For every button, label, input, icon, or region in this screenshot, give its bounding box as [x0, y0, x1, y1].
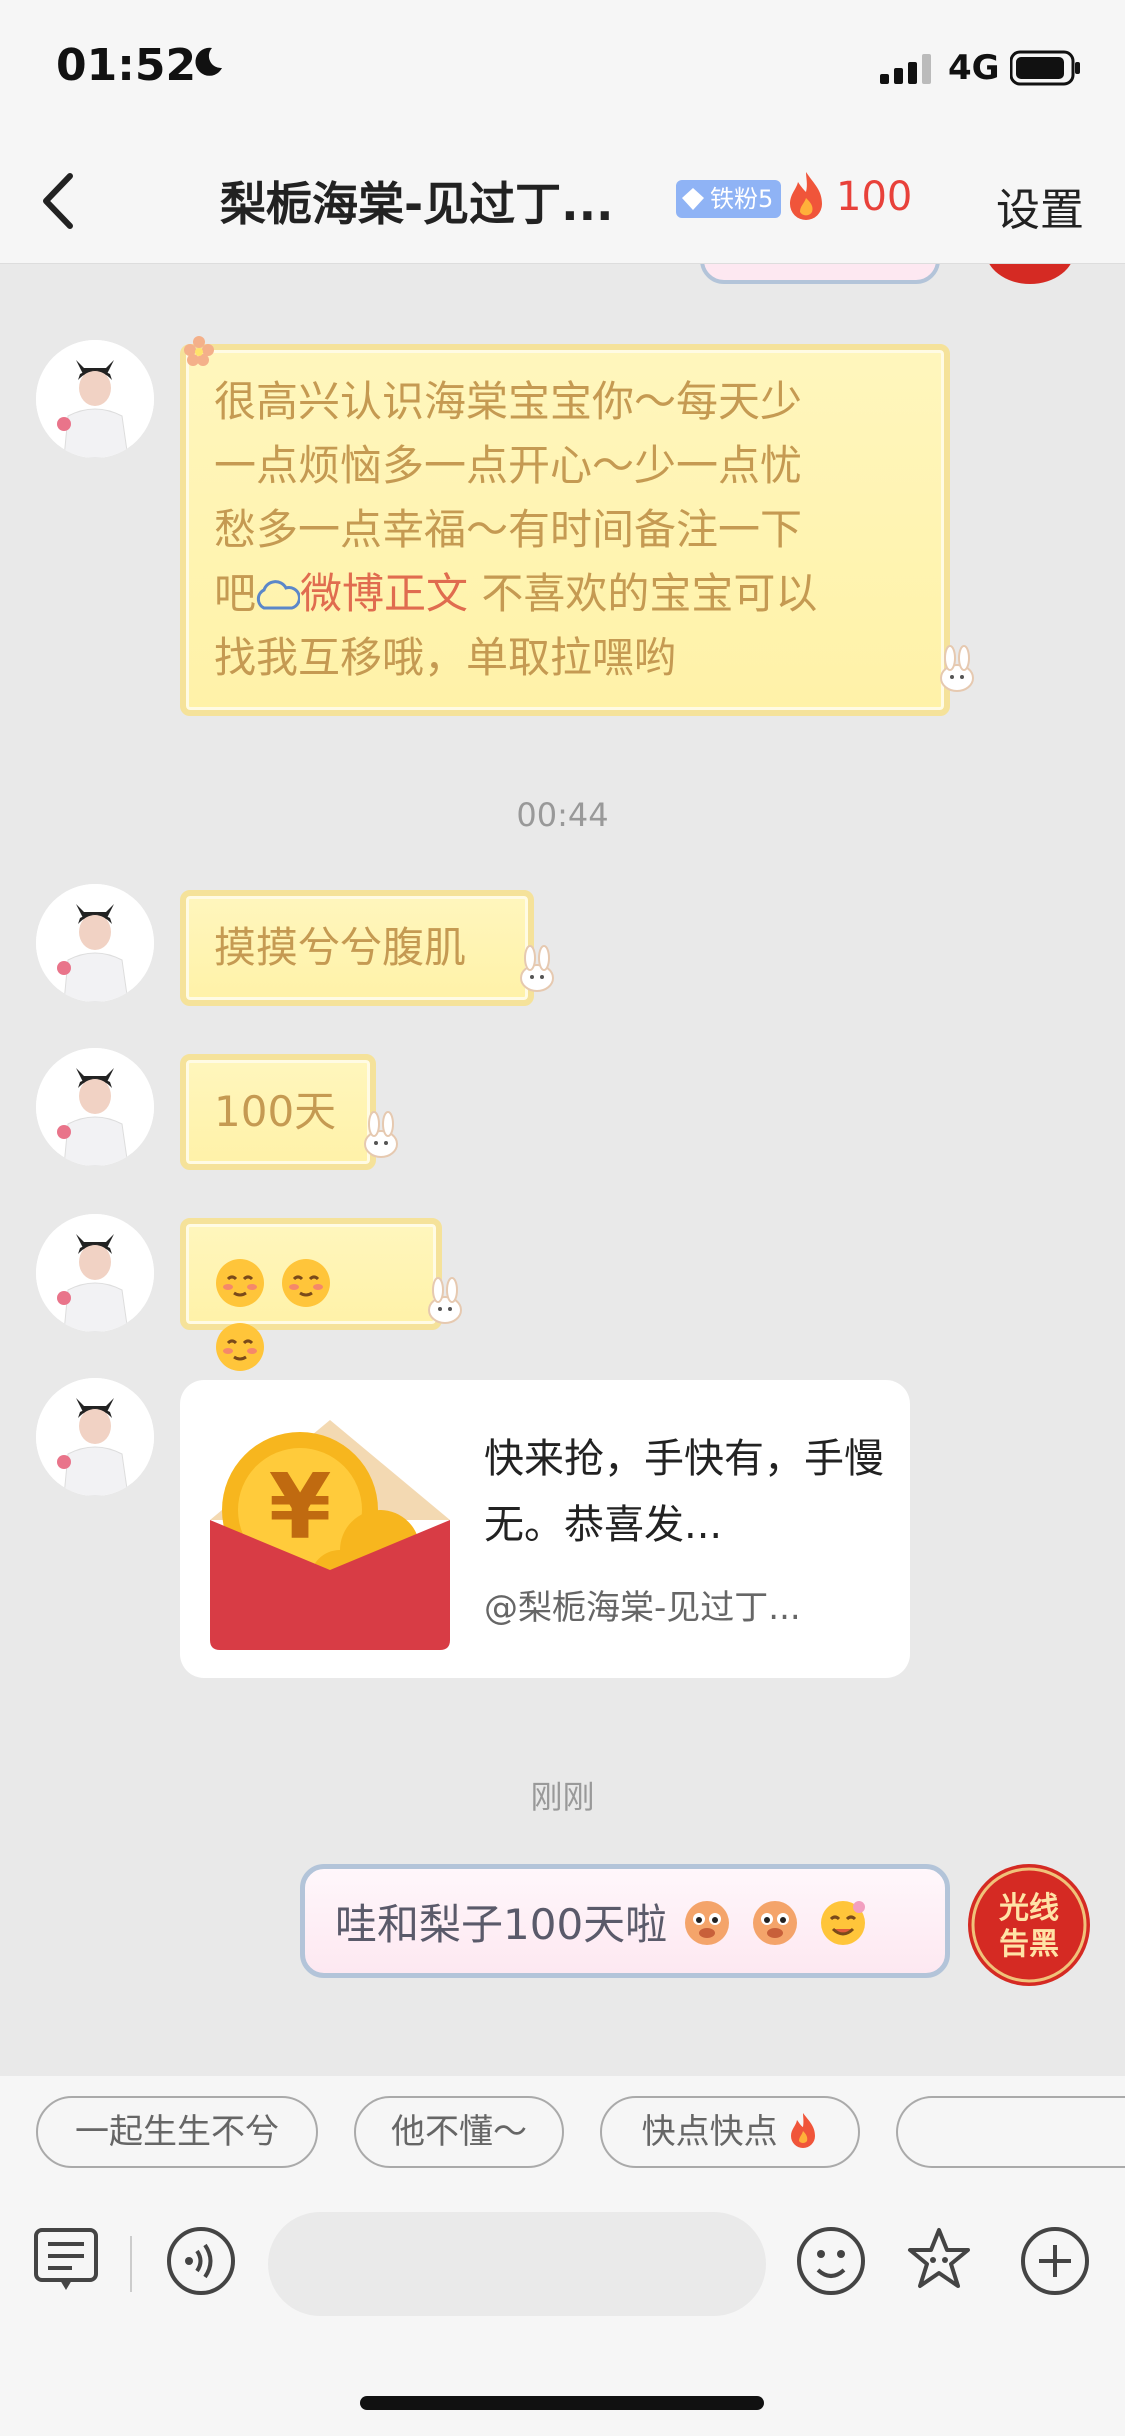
flower-icon[interactable]: [900, 2222, 978, 2300]
message-bubble[interactable]: 很高兴认识海棠宝宝你～每天少 一点烦恼多一点开心～少一点忧 愁多一点幸福～有时间…: [180, 344, 950, 716]
message-bubble[interactable]: [180, 1218, 442, 1371]
bunny-decoration-icon: [520, 945, 554, 992]
message-text: 哇和梨子100天啦: [335, 1899, 668, 1949]
fire-icon: [790, 172, 822, 220]
network-type: 4G: [948, 48, 1000, 88]
status-bar: 01:52 4G: [0, 0, 1125, 140]
status-time: 01:52: [56, 40, 197, 91]
fire-icon: [791, 2113, 816, 2148]
message-line: 很高兴认识海棠宝宝你～每天少: [214, 377, 803, 426]
red-packet-sender: @梨栀海棠-见过丁...: [484, 1588, 801, 1628]
chat-header: 梨栀海棠-见过丁... 铁粉5 100 设置: [0, 140, 1125, 264]
person-photo: [36, 1214, 154, 1332]
fan-badge-label: 铁粉5: [710, 185, 774, 213]
quick-reply-chip[interactable]: 他不懂～: [354, 2096, 564, 2168]
partial-bubble: [700, 264, 940, 284]
weibo-link[interactable]: 微博正文: [300, 569, 468, 618]
pig-emoji-icon: [685, 1901, 730, 1945]
my-avatar[interactable]: 光线告黑: [968, 1864, 1090, 1986]
avatar[interactable]: [36, 884, 154, 1002]
message-line: 找我互移哦，单取拉嘿哟: [214, 633, 677, 682]
message-bubble[interactable]: 摸摸兮兮腹肌: [180, 890, 534, 1006]
message-line: 愁多一点幸福～有时间备注一下: [214, 505, 803, 554]
avatar[interactable]: [36, 340, 154, 458]
content-face-icon: [216, 1258, 264, 1307]
pig-emoji-icon: [753, 1901, 798, 1945]
red-packet-icon: ¥: [210, 1420, 450, 1650]
message-text: 摸摸兮兮腹肌: [214, 923, 467, 972]
bunny-decoration-icon: [940, 645, 974, 692]
partial-avatar: [985, 264, 1075, 284]
diamond-icon: [682, 188, 704, 210]
settings-button[interactable]: 设置: [996, 174, 1084, 238]
timestamp: 00:44: [516, 796, 609, 834]
message-input[interactable]: [268, 2212, 766, 2316]
red-packet-message: 快来抢，手快有，手慢无。恭喜发...: [484, 1436, 884, 1548]
message-bubble[interactable]: 100天: [180, 1054, 376, 1170]
person-photo: [36, 340, 154, 458]
red-packet-card[interactable]: ¥ 快来抢，手快有，手慢无。恭喜发... @梨栀海棠-见过丁...: [180, 1380, 910, 1678]
message-text: 100天: [214, 1087, 337, 1136]
quick-reply-label: 快点快点: [641, 2112, 778, 2152]
avatar-seal: 光线告黑: [971, 1867, 1087, 1983]
quick-reply-chip[interactable]: [896, 2096, 1125, 2168]
chat-list[interactable]: 很高兴认识海棠宝宝你～每天少 一点烦恼多一点开心～少一点忧 愁多一点幸福～有时间…: [0, 264, 1125, 2076]
fan-badge: 铁粉5: [676, 180, 782, 218]
quick-reply-chip[interactable]: 快点快点: [600, 2096, 860, 2168]
message-line: 吧微博正文 不喜欢的宝宝可以: [214, 562, 916, 626]
battery-icon: [1010, 50, 1080, 86]
bunny-decoration-icon: [364, 1111, 398, 1158]
emoji-icon[interactable]: [792, 2222, 870, 2300]
avatar[interactable]: [36, 1214, 154, 1332]
message-text: 吧: [214, 569, 257, 618]
timestamp: 刚刚: [530, 1778, 595, 1816]
message-bubble[interactable]: 哇和梨子100天啦: [300, 1864, 950, 1978]
weibo-link-icon: [256, 580, 301, 610]
content-face-icon: [282, 1258, 330, 1307]
person-photo: [36, 1048, 154, 1166]
avatar[interactable]: [36, 1048, 154, 1166]
quick-reply-chip[interactable]: 一起生生不兮: [36, 2096, 318, 2168]
home-indicator: [360, 2396, 764, 2410]
moon-icon: [195, 47, 222, 76]
person-photo: [36, 1378, 154, 1496]
message-line: 一点烦恼多一点开心～少一点忧: [214, 441, 803, 490]
chat-title[interactable]: 梨栀海棠-见过丁...: [220, 168, 660, 234]
voice-icon[interactable]: [162, 2222, 240, 2300]
plus-icon[interactable]: [1016, 2222, 1094, 2300]
quick-reply-bar: 一起生生不兮 他不懂～ 快点快点: [0, 2076, 1125, 2196]
signal-icon: [880, 54, 931, 84]
quick-reply-label: 一起生生不兮: [75, 2112, 279, 2152]
keyboard-icon[interactable]: [30, 2222, 108, 2300]
person-photo: [36, 884, 154, 1002]
content-face-icon: [216, 1322, 264, 1371]
message-text: 不喜欢的宝宝可以: [468, 569, 818, 618]
chevron-left-icon[interactable]: [30, 166, 90, 236]
svg-text:¥: ¥: [269, 1455, 332, 1560]
flower-decoration-icon: [184, 336, 214, 366]
avatar[interactable]: [36, 1378, 154, 1496]
bunny-decoration-icon: [428, 1277, 462, 1324]
quick-reply-label: 他不懂～: [391, 2112, 527, 2152]
fire-count: 100: [836, 174, 913, 220]
happy-emoji-icon: [821, 1901, 866, 1945]
divider: [130, 2236, 132, 2292]
avatar-text: 光线告黑: [999, 1891, 1059, 1962]
